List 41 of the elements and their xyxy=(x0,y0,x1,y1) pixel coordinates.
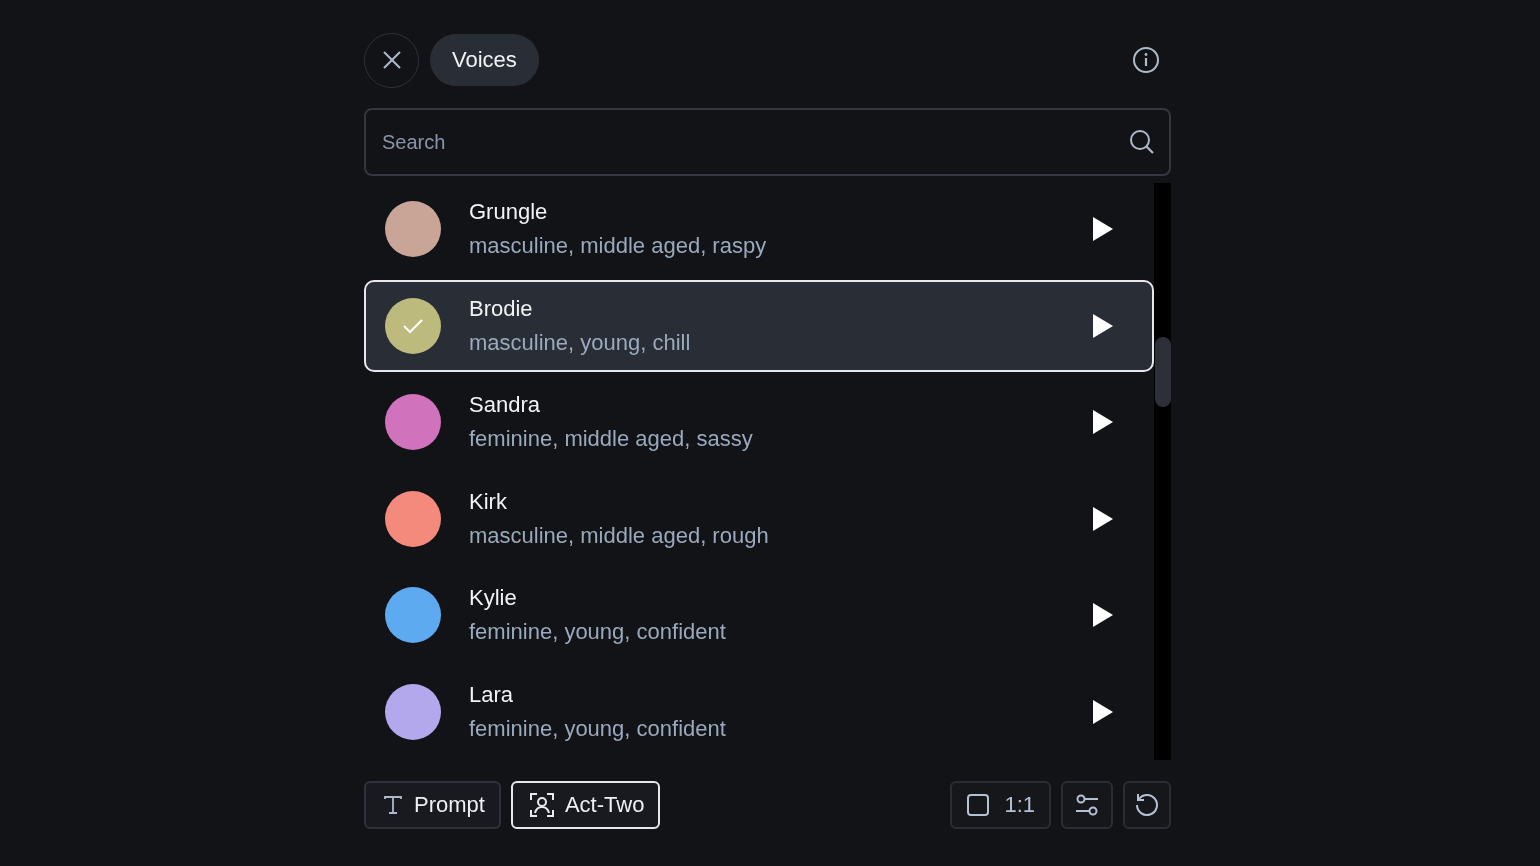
search-icon xyxy=(1129,129,1155,155)
scrollbar-thumb[interactable] xyxy=(1155,337,1171,407)
voice-name: Brodie xyxy=(469,295,534,322)
voice-name: Grungle xyxy=(469,199,549,225)
voice-description: feminine, young, confident xyxy=(469,619,727,645)
voice-description: masculine, middle aged, rough xyxy=(469,522,770,549)
voice-description: feminine, young, confident xyxy=(469,715,727,742)
play-icon[interactable] xyxy=(1092,505,1114,532)
settings-button[interactable] xyxy=(1061,781,1113,829)
reset-button[interactable] xyxy=(1123,781,1171,829)
voice-description: masculine, middle aged, raspy xyxy=(469,233,768,259)
face-scan-icon xyxy=(528,792,555,818)
play-icon[interactable] xyxy=(1092,602,1114,628)
panel-title: Voices xyxy=(430,34,539,86)
play-icon[interactable] xyxy=(1092,409,1114,435)
play-icon[interactable] xyxy=(1092,216,1114,242)
info-icon[interactable] xyxy=(1132,46,1160,74)
aspect-ratio-button[interactable]: 1:1 xyxy=(950,781,1051,829)
mode-tab[interactable]: Prompt xyxy=(364,781,501,829)
rotate-icon xyxy=(1134,792,1160,818)
voice-name: Sandra xyxy=(469,392,541,418)
square-icon xyxy=(966,793,991,817)
close-icon xyxy=(382,51,401,69)
voice-item[interactable]: Grungle masculine, middle aged, raspy xyxy=(364,183,1154,275)
voice-description: masculine, young, chill xyxy=(469,329,692,356)
sliders-icon xyxy=(1074,793,1100,817)
play-icon[interactable] xyxy=(1092,698,1114,725)
mode-tab[interactable]: Act-Two xyxy=(510,781,661,829)
play-icon[interactable] xyxy=(1092,312,1114,339)
search-field[interactable]: Search xyxy=(364,108,1171,176)
text-icon xyxy=(382,794,404,816)
voice-item[interactable]: Sandra feminine, middle aged, sassy xyxy=(364,376,1154,468)
voice-name: Lara xyxy=(469,681,515,708)
voice-item[interactable]: Brodie masculine, young, chill xyxy=(364,279,1154,372)
voice-item[interactable]: Lara feminine, young, confident xyxy=(364,665,1154,758)
voice-item[interactable]: Kirk masculine, middle aged, rough xyxy=(364,472,1154,565)
voice-name: Kylie xyxy=(469,585,518,611)
checkmark-icon xyxy=(402,317,424,334)
voice-description: feminine, middle aged, sassy xyxy=(469,426,754,452)
voice-item[interactable]: Kylie feminine, young, confident xyxy=(364,569,1154,661)
voice-name: Kirk xyxy=(469,488,508,515)
